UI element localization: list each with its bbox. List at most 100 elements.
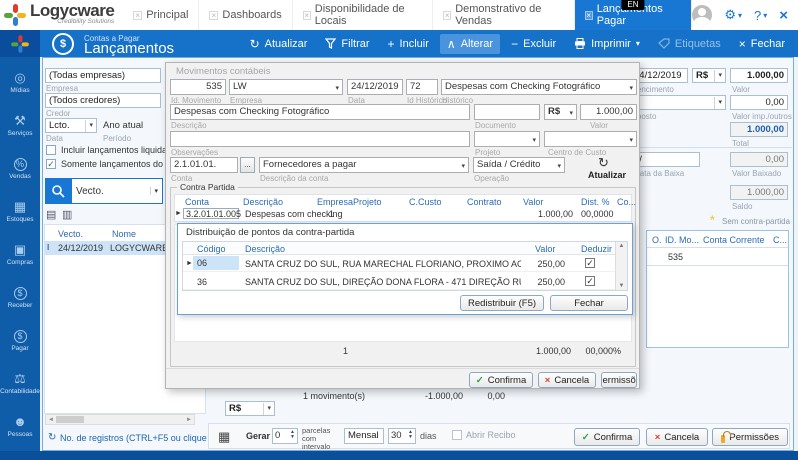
cancel-button[interactable]: × Cancela [646,428,708,446]
pontos-row-codigo[interactable]: 06 [193,256,239,270]
col-o[interactable]: O. [652,235,662,245]
app-menu-button[interactable] [0,30,40,57]
inner-close-button[interactable]: Fechar [550,295,628,311]
cp-col-valor[interactable]: Valor [523,197,543,207]
chevron-down-icon[interactable]: ▾ [636,39,640,48]
sidebar-item-midias[interactable]: ◎ Mídias [0,61,40,104]
atualizar-link[interactable]: Atualizar [588,170,626,180]
scroll-up-icon[interactable]: ▲ [619,243,625,249]
descricao-conta-select[interactable]: Fornecedores a pagar ▾ [259,157,469,173]
tab-dashboards[interactable]: × Dashboards [199,0,292,30]
somente-dia-label[interactable]: Somente lançamentos do dia [61,159,178,169]
chevron-down-icon[interactable]: ▾ [629,134,633,147]
valor-input[interactable]: 1.000,00 [730,68,788,83]
scroll-down-icon[interactable]: ▼ [619,283,625,289]
results-col-vecto[interactable]: Vecto. [58,229,83,239]
chevron-down-icon[interactable]: ▾ [335,82,339,95]
tab-close-icon[interactable]: × [133,11,142,20]
documento-field[interactable] [474,104,540,120]
scroll-right-icon[interactable]: ► [186,417,192,423]
cp-col-ccusto[interactable]: C.Custo [409,197,442,207]
operacao-select[interactable]: Saída / Crédito ▾ [473,157,565,173]
help-menu[interactable]: ? ▾ [754,8,767,23]
app-close-icon[interactable]: × [779,7,788,24]
conta-corrente-row-id[interactable]: 535 [668,252,683,262]
sidebar-item-receber[interactable]: $ Receber [0,276,40,319]
filter-button[interactable]: Filtrar [318,34,376,54]
chevron-down-icon[interactable]: ▾ [372,443,380,444]
pontos-row[interactable]: ► 06 SANTA CRUZ DO SUL, RUA MARECHAL FLO… [183,255,615,272]
copy-icon[interactable]: ▤ [46,208,56,221]
sidebar-item-estoques[interactable]: ▦ Estoques [0,190,40,233]
tab-lancamentos-pagar-active[interactable]: EN × Lançamentos Pagar [575,0,693,30]
col-id-mov[interactable]: ID. Mo... [665,235,699,245]
conta-browse-button[interactable]: ... [240,157,255,173]
cp-row-conta[interactable]: 3.2.01.01.005 [183,208,239,219]
help-icon[interactable]: ? [754,8,761,23]
chevron-down-icon[interactable]: ▾ [557,160,561,173]
id-historico-field[interactable]: 72 [406,79,438,95]
user-avatar[interactable] [692,5,712,25]
dialog-cancel-button[interactable]: × Cancela [538,372,596,388]
observacoes-field[interactable] [170,131,470,147]
cp-col-conta[interactable]: Conta [185,197,209,207]
sidebar-item-vendas[interactable]: % Vendas [0,147,40,190]
results-col-nome[interactable]: Nome [112,229,136,239]
scroll-left-icon[interactable]: ◄ [48,417,54,423]
historico-select[interactable]: Despesas com Checking Fotográfico ▾ [441,79,637,95]
chevron-down-icon[interactable]: ▾ [85,120,93,132]
pontos-col-deduzir[interactable]: Deduzir [581,244,612,254]
add-button[interactable]: + Incluir [381,34,436,54]
moeda-select[interactable]: R$ ▾ [692,68,726,83]
pontos-row-codigo[interactable]: 36 [193,277,239,287]
col-c[interactable]: C... [773,235,787,245]
edit-button[interactable]: ∧ Alterar [440,34,500,54]
cp-col-empresa[interactable]: Empresa [317,197,353,207]
periodo-filter-value[interactable]: Ano atual [103,120,143,131]
chevron-down-icon[interactable]: ▾ [263,403,271,415]
deduzir-checkbox[interactable]: ✓ [585,258,595,268]
sidebar-item-contabilidade[interactable]: ⚖ Contabilidade [0,362,40,405]
incluir-liquidados-label[interactable]: Incluir lançamentos liquidados [61,145,182,155]
horizontal-scrollbar[interactable]: ◄ ► [45,414,195,425]
descricao-field[interactable]: Despesas com Checking Fotográfico [170,104,470,120]
delete-button[interactable]: − Excluir [504,34,563,54]
cp-col-dist[interactable]: Dist. % [581,197,610,207]
cp-col-contrato[interactable]: Contrato [467,197,502,207]
chevron-down-icon[interactable]: ▾ [532,134,536,147]
pontos-col-codigo[interactable]: Código [197,244,226,254]
data-filter-select[interactable]: Lcto. ▾ [45,118,97,133]
stepper-down-icon[interactable]: ▼ [408,435,413,440]
sidebar-item-pagar[interactable]: $ Pagar [0,319,40,362]
summary-moeda-select[interactable]: R$ ▾ [225,401,275,416]
data-field[interactable]: 24/12/2019 [347,79,403,95]
tab-disponibilidade-de-locais[interactable]: × Disponibilidade de Locais [293,0,433,30]
dialog-valor-field[interactable]: 1.000,00 [580,104,637,120]
redistribute-button[interactable]: Redistribuir (F5) [460,295,544,311]
imposto-select[interactable]: ▾ [630,95,726,110]
stepper-down-icon[interactable]: ▼ [290,435,295,440]
cp-col-co[interactable]: Co... [617,197,636,207]
pontos-col-descricao[interactable]: Descrição [245,244,285,254]
tab-close-icon[interactable]: × [585,11,593,20]
conta-field[interactable]: 2.1.01.01. [170,157,238,173]
sidebar-item-compras[interactable]: ▣ Compras [0,233,40,276]
pontos-row[interactable]: 36 SANTA CRUZ DO SUL, DIREÇÃO DONA FLORA… [183,273,615,290]
deduzir-checkbox[interactable]: ✓ [585,276,595,286]
search-button[interactable] [45,178,71,204]
tab-demonstrativo-de-vendas[interactable]: × Demonstrativo de Vendas [433,0,575,30]
chevron-down-icon[interactable]: ▾ [461,160,465,173]
chevron-down-icon[interactable]: ▾ [150,187,158,195]
parcelas-stepper[interactable]: 0 ▲▼ [272,428,298,444]
somente-dia-checkbox[interactable]: ✓ [46,159,56,169]
chevron-down-icon[interactable]: ▾ [714,70,722,82]
search-field-select[interactable]: Vecto. ▾ [71,178,163,204]
refresh-button[interactable]: ↻ Atualizar [243,34,315,54]
refresh-count-icon[interactable]: ↻ [48,432,56,443]
empresa-filter-input[interactable]: (Todas empresas) [45,68,161,83]
intervalo-select[interactable]: Mensal ▾ [344,428,384,444]
close-module-button[interactable]: × Fechar [732,34,792,54]
records-count-link[interactable]: No. de registros (CTRL+F5 ou clique ... [60,433,217,443]
valor-imp-input[interactable]: 0,00 [730,95,788,110]
tab-close-icon[interactable]: × [209,11,218,20]
